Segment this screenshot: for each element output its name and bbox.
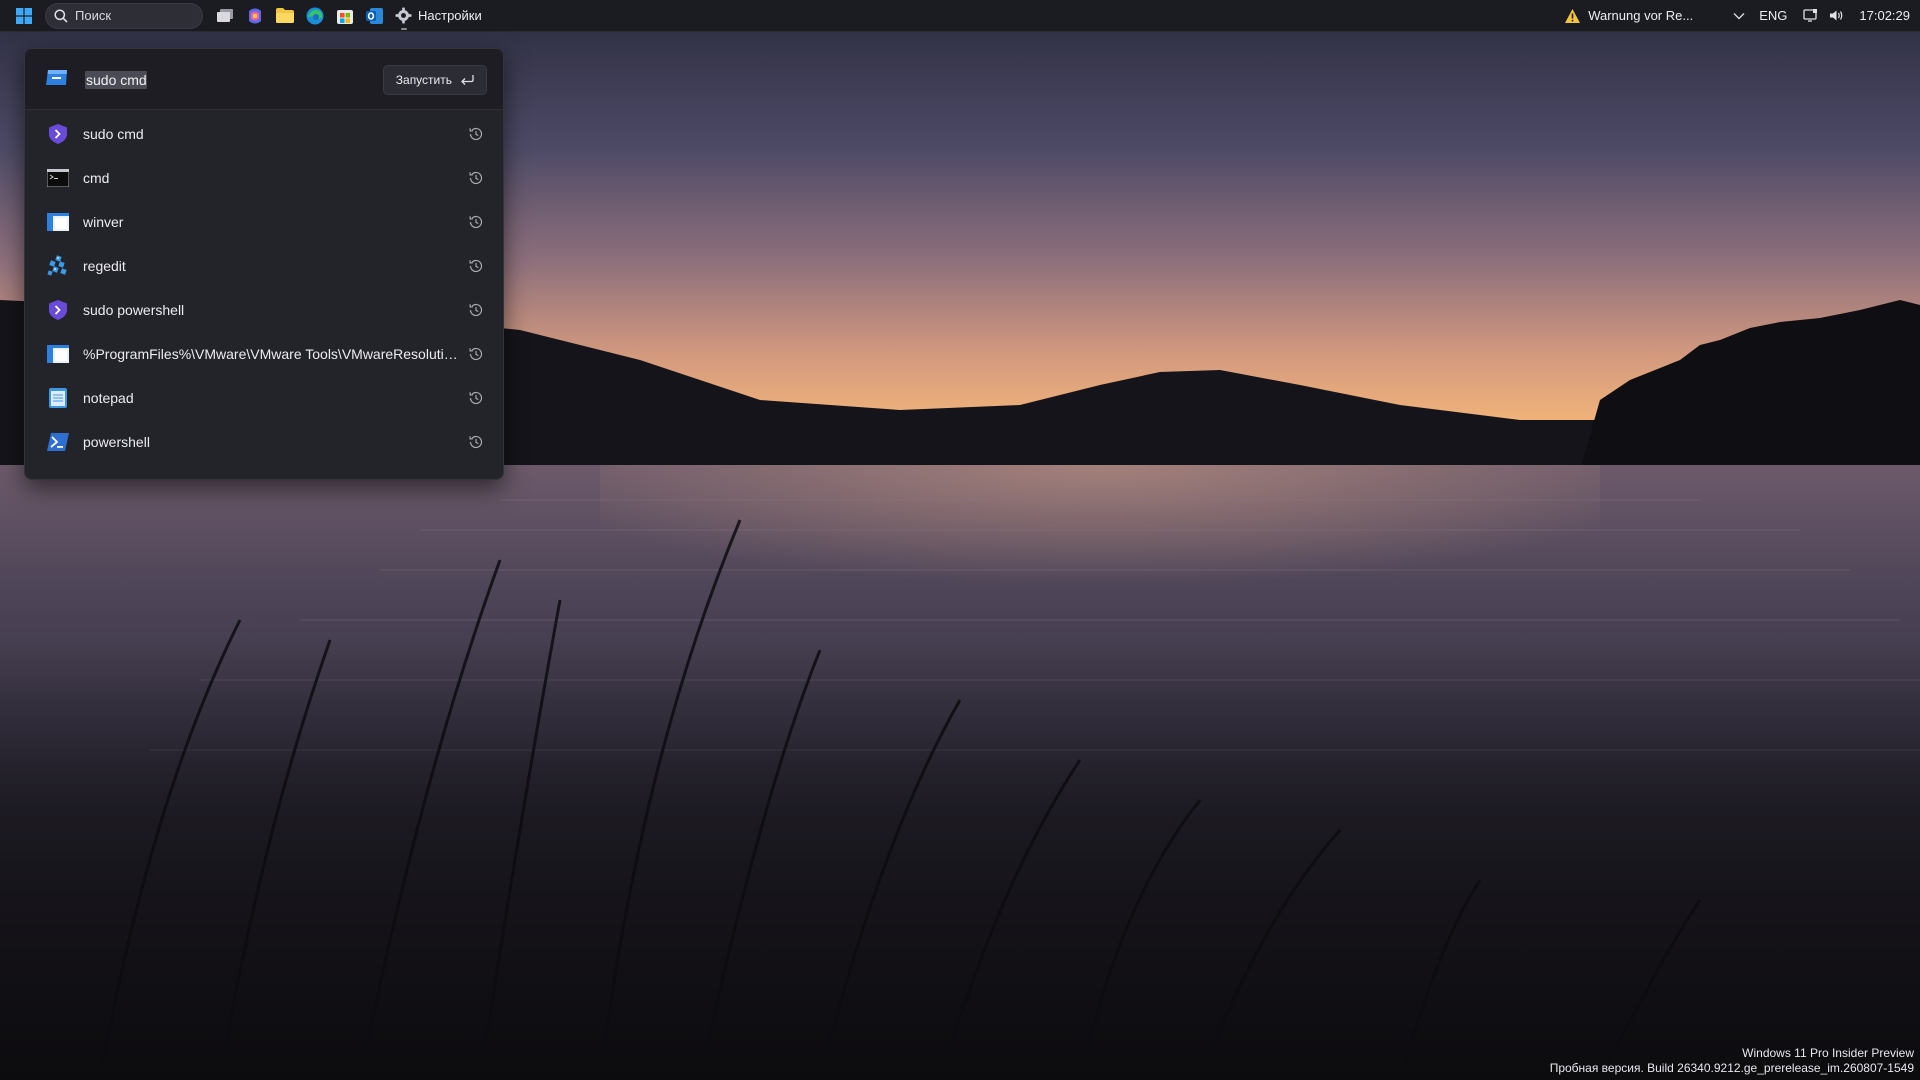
- history-icon: [467, 257, 485, 275]
- sudo-shield-icon: [47, 299, 69, 321]
- chevron-down-icon: [1733, 12, 1745, 19]
- history-item-label: sudo cmd: [83, 126, 144, 142]
- history-item-vmware-resolution[interactable]: %ProgramFiles%\VMware\VMware Tools\VMwar…: [25, 332, 503, 376]
- clock[interactable]: 17:02:29: [1859, 8, 1910, 23]
- outlook-button[interactable]: [365, 6, 385, 26]
- history-item-label: winver: [83, 214, 124, 230]
- network-monitor-icon: [1803, 9, 1817, 22]
- run-command-input[interactable]: sudo cmd: [86, 71, 147, 89]
- edge-browser-icon: [306, 7, 324, 24]
- notepad-icon: [47, 387, 69, 409]
- run-header: sudo cmd Запустить: [25, 49, 503, 110]
- history-item-label: notepad: [83, 390, 134, 406]
- windows-logo-icon: [16, 7, 32, 24]
- run-button[interactable]: Запустить: [382, 65, 487, 95]
- registry-editor-icon: [47, 255, 69, 277]
- task-view-button[interactable]: [215, 6, 235, 26]
- run-history-list: sudo cmd cmd winver regedit sudo powersh…: [25, 110, 503, 464]
- history-item-label: %ProgramFiles%\VMware\VMware Tools\VMwar…: [83, 346, 459, 362]
- show-hidden-icons-button[interactable]: [1733, 12, 1745, 20]
- volume-control[interactable]: [1827, 9, 1845, 22]
- history-item-winver[interactable]: winver: [25, 200, 503, 244]
- file-explorer-button[interactable]: [275, 6, 295, 26]
- history-item-notepad[interactable]: notepad: [25, 376, 503, 420]
- history-item-sudo-cmd[interactable]: sudo cmd: [25, 112, 503, 156]
- taskbar-search-box[interactable]: Поиск: [45, 2, 203, 29]
- history-item-regedit[interactable]: regedit: [25, 244, 503, 288]
- sudo-shield-icon: [47, 123, 69, 145]
- running-app-indicator: [401, 28, 407, 30]
- copilot-icon: [249, 8, 261, 23]
- enter-key-icon: [461, 75, 474, 85]
- history-icon: [467, 301, 485, 319]
- powershell-icon: [47, 431, 69, 453]
- outlook-icon: [366, 7, 383, 24]
- history-item-label: powershell: [83, 434, 150, 450]
- history-icon: [467, 169, 485, 187]
- history-icon: [467, 433, 485, 451]
- history-item-powershell[interactable]: powershell: [25, 420, 503, 464]
- history-item-label: cmd: [83, 170, 110, 186]
- run-dialog: sudo cmd Запустить sudo cmd cmd winver r…: [24, 48, 504, 480]
- search-placeholder: Поиск: [75, 8, 112, 23]
- watermark-build: Пробная версия. Build 26340.9212.ge_prer…: [1549, 1061, 1914, 1075]
- copilot-button[interactable]: [245, 6, 265, 26]
- settings-taskbar-button[interactable]: Настройки: [395, 7, 482, 30]
- run-button-label: Запустить: [395, 73, 452, 87]
- warning-text: Warnung vor Re...: [1588, 8, 1694, 23]
- store-button[interactable]: [335, 6, 355, 26]
- speaker-icon: [1829, 10, 1843, 21]
- history-icon: [467, 389, 485, 407]
- start-button[interactable]: [11, 3, 37, 29]
- network-status[interactable]: [1801, 9, 1819, 22]
- settings-taskbar-label: Настройки: [418, 8, 482, 23]
- history-icon: [467, 125, 485, 143]
- history-item-cmd[interactable]: cmd: [25, 156, 503, 200]
- task-view-icon: [217, 8, 233, 22]
- history-icon: [467, 345, 485, 363]
- gear-icon: [395, 7, 412, 24]
- edge-button[interactable]: [305, 6, 325, 26]
- folder-icon: [276, 8, 294, 23]
- window-icon: [47, 343, 69, 365]
- history-item-label: regedit: [83, 258, 126, 274]
- warning-icon: [1565, 8, 1581, 23]
- microsoft-store-icon: [337, 9, 353, 24]
- taskbar: Поиск Настройки Warnung vor Re... ENG 17…: [0, 0, 1920, 32]
- history-item-sudo-powershell[interactable]: sudo powershell: [25, 288, 503, 332]
- windows-build-watermark: Windows 11 Pro Insider Preview Пробная в…: [1550, 1046, 1914, 1076]
- input-language[interactable]: ENG: [1759, 8, 1787, 23]
- window-icon: [47, 211, 69, 233]
- search-icon: [54, 8, 68, 23]
- history-item-label: sudo powershell: [83, 302, 185, 318]
- warning-notification[interactable]: Warnung vor Re...: [1564, 8, 1693, 24]
- history-icon: [467, 213, 485, 231]
- cmd-console-icon: [47, 167, 69, 189]
- run-app-icon: [45, 67, 69, 91]
- watermark-edition: Windows 11 Pro Insider Preview: [1742, 1046, 1914, 1060]
